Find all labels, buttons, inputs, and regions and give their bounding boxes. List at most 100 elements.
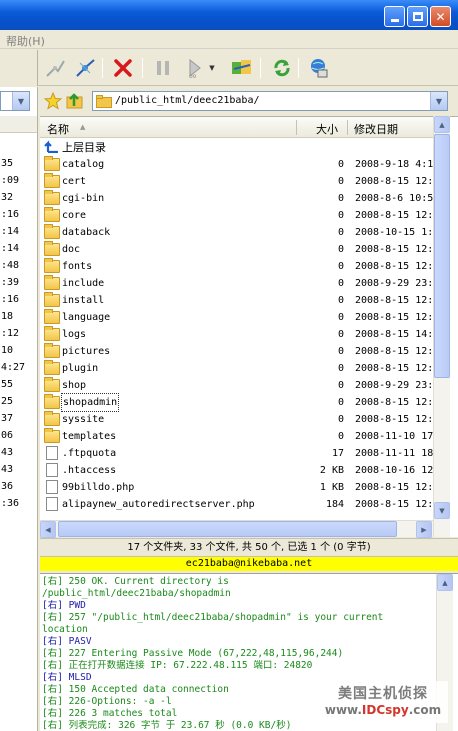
pause-button[interactable]: [152, 57, 174, 79]
scroll-right-icon: ▶: [421, 525, 427, 534]
delete-button[interactable]: [112, 57, 134, 79]
file-modified-date: 2008-10-16 12: [355, 465, 434, 476]
sync-browse-button[interactable]: [230, 57, 252, 79]
table-row[interactable]: doc 0 2008-8-15 12:: [40, 241, 444, 258]
remote-path-combo[interactable]: /public_html/deec21baba/ ▼: [92, 91, 448, 111]
table-row[interactable]: cert 0 2008-8-15 12:: [40, 173, 444, 190]
up-arrow-icon: [44, 140, 58, 153]
table-row[interactable]: databack 0 2008-10-15 1:: [40, 224, 444, 241]
file-modified-date: 2008-8-15 14:: [355, 329, 434, 340]
site-manager-button[interactable]: [308, 57, 330, 79]
table-row[interactable]: plugin 0 2008-8-15 12:: [40, 360, 444, 377]
maximize-button[interactable]: [407, 6, 428, 27]
local-time-column: 35 :09 32 :16 :14 :14 :48 :39 :16 18 :12…: [0, 155, 37, 512]
file-name: databack: [62, 227, 111, 238]
scroll-right-button[interactable]: ▶: [416, 521, 432, 538]
file-size: 0: [337, 414, 344, 425]
file-size: 0: [337, 346, 344, 357]
toolbar: oo ▼: [0, 50, 458, 86]
remote-file-list[interactable]: 名称 ▲ 大小 修改日期 上层目录 catalog 0 2008-9-18 4:1 c…: [40, 116, 458, 537]
file-modified-date: 2008-8-15 12:: [355, 414, 434, 425]
list-item: 35: [1, 158, 14, 169]
file-name: doc: [62, 244, 81, 255]
table-row[interactable]: include 0 2008-9-29 23:: [40, 275, 444, 292]
table-row[interactable]: .ftpquota 17 2008-11-11 18: [40, 445, 444, 462]
file-list-vertical-scrollbar[interactable]: ▲ ▼: [433, 116, 450, 537]
file-modified-date: 2008-8-15 12:: [355, 176, 434, 187]
table-row[interactable]: shop 0 2008-9-29 23:: [40, 377, 444, 394]
column-header-name[interactable]: 名称: [47, 121, 69, 137]
file-size: 0: [337, 227, 344, 238]
log-line: /public_html/deec21baba/shopadmin: [42, 588, 231, 599]
local-log-stub: [0, 544, 38, 731]
file-rows: 上层目录 catalog 0 2008-9-18 4:1 cert 0 2008-8-15…: [40, 139, 444, 513]
log-scroll-up-button[interactable]: ▲: [437, 574, 453, 591]
table-row[interactable]: 99billdo.php 1 KB 2008-8-15 12:: [40, 479, 444, 496]
refresh-icon: [274, 59, 290, 77]
table-row[interactable]: syssite 0 2008-8-15 12:: [40, 411, 444, 428]
file-name: shopadmin: [60, 393, 120, 412]
table-row[interactable]: core 0 2008-8-15 12:: [40, 207, 444, 224]
file-name: logs: [62, 329, 87, 340]
table-row[interactable]: .htaccess 2 KB 2008-10-16 12: [40, 462, 444, 479]
close-icon: ✕: [435, 9, 446, 24]
file-modified-date: 2008-8-15 12:: [355, 363, 434, 374]
scroll-down-button[interactable]: ▼: [434, 502, 450, 519]
connect-icon: [46, 60, 65, 77]
table-row[interactable]: shopadmin 0 2008-8-15 12:: [40, 393, 444, 412]
table-row[interactable]: pictures 0 2008-8-15 12:: [40, 343, 444, 360]
folder-icon: [44, 258, 60, 273]
table-row[interactable]: install 0 2008-8-15 12:: [40, 292, 444, 309]
table-row[interactable]: catalog 0 2008-9-18 4:1: [40, 156, 444, 173]
table-row[interactable]: cgi-bin 0 2008-8-6 10:5: [40, 190, 444, 207]
file-list-horizontal-scrollbar[interactable]: ◀ ▶: [40, 520, 433, 538]
table-row[interactable]: alipaynew_autoredirectserver.php 184 2008-…: [40, 496, 444, 513]
connect-button[interactable]: [44, 57, 66, 79]
file-name: .ftpquota: [62, 448, 117, 459]
folder-icon: [44, 309, 60, 324]
folder-icon: [44, 275, 60, 290]
list-item: 10: [1, 345, 14, 356]
disconnect-icon: [76, 59, 95, 77]
file-size: 0: [337, 431, 344, 442]
disconnect-button[interactable]: [74, 57, 96, 79]
local-combo-dropdown[interactable]: ▼: [12, 92, 29, 110]
folder-icon: [44, 360, 60, 375]
folders-sync-icon: [232, 60, 251, 74]
parent-folder-button[interactable]: [64, 90, 86, 112]
file-modified-date: 2008-8-15 12:: [355, 397, 434, 408]
remote-path-dropdown[interactable]: ▼: [430, 92, 447, 110]
transfer-dropdown[interactable]: ▼: [206, 57, 218, 79]
file-name: catalog: [62, 159, 105, 170]
file-modified-date: 2008-9-29 23:: [355, 278, 434, 289]
file-name: shop: [62, 380, 87, 391]
table-row[interactable]: fonts 0 2008-8-15 12:: [40, 258, 444, 275]
table-row[interactable]: templates 0 2008-11-10 17: [40, 428, 444, 445]
scrollbar-thumb[interactable]: [434, 134, 450, 378]
list-item: 36: [1, 481, 14, 492]
table-row[interactable]: language 0 2008-8-15 12:: [40, 309, 444, 326]
file-size: 0: [337, 380, 344, 391]
local-path-combo[interactable]: ▼: [0, 91, 30, 111]
horizontal-scrollbar-thumb[interactable]: [58, 521, 397, 537]
table-row[interactable]: logs 0 2008-8-15 14:: [40, 326, 444, 343]
file-modified-date: 2008-8-15 12:: [355, 261, 434, 272]
transfer-button[interactable]: oo: [184, 57, 206, 79]
file-modified-date: 2008-8-6 10:5: [355, 193, 434, 204]
column-header-size[interactable]: 大小: [316, 121, 338, 137]
file-size: 1 KB: [319, 482, 344, 493]
favorites-button[interactable]: [42, 90, 64, 112]
log-line: [右] PWD: [42, 600, 86, 611]
minimize-button[interactable]: [384, 6, 405, 27]
file-size: 0: [337, 295, 344, 306]
refresh-button[interactable]: [271, 57, 293, 79]
account-status: ec21baba@nikebaba.net: [40, 556, 458, 571]
parent-directory-row[interactable]: 上层目录: [40, 139, 444, 156]
scroll-up-button[interactable]: ▲: [434, 116, 450, 133]
column-header-modified[interactable]: 修改日期: [354, 121, 398, 137]
menu-help[interactable]: 帮助(H): [6, 33, 45, 49]
log-line: location: [42, 624, 88, 635]
close-button[interactable]: ✕: [430, 6, 451, 27]
scroll-left-button[interactable]: ◀: [40, 521, 56, 538]
list-item: 25: [1, 396, 14, 407]
